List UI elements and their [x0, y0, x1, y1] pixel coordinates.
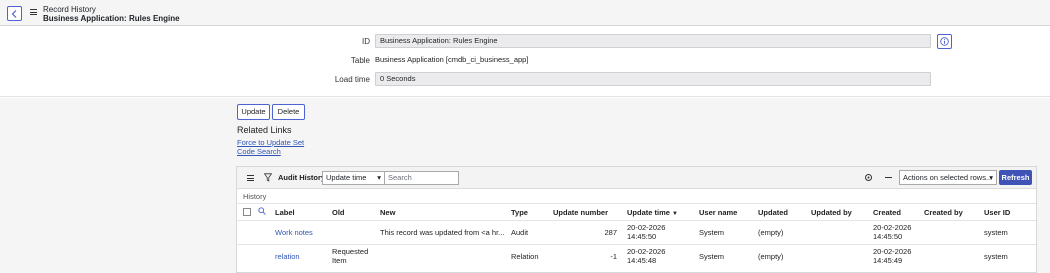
audit-history-list: Audit History Update time ▾ Search Actio…	[236, 166, 1037, 273]
row-2-old-line1: Requested	[332, 247, 369, 256]
load-time-field: 0 Seconds	[375, 72, 931, 86]
row-1-user-name: System	[699, 228, 725, 237]
info-button[interactable]	[937, 34, 952, 49]
select-all-checkbox[interactable]	[243, 208, 251, 216]
list-title: Audit History	[278, 173, 326, 182]
page-header: Record History Business Application: Rul…	[0, 0, 1050, 26]
page-subtitle: Business Application: Rules Engine	[43, 14, 180, 23]
filter-icon[interactable]	[264, 173, 272, 182]
row-1-type: Audit	[511, 228, 529, 237]
row-1-created-date: 20-02-2026	[873, 223, 912, 232]
table-value: Business Application [cmdb_ci_business_a…	[375, 55, 529, 64]
row-1-update-time-date: 20-02-2026	[627, 223, 666, 232]
hamburger-icon[interactable]	[30, 9, 37, 15]
gear-icon[interactable]	[864, 173, 873, 182]
row-1-updated: (empty)	[758, 228, 784, 237]
row-2-user-id: system	[984, 252, 1008, 261]
row-2-update-time-clock: 14:45:48	[627, 256, 657, 265]
column-header-created-by[interactable]: Created by	[924, 208, 963, 217]
column-header-user-id[interactable]: User ID	[984, 208, 1010, 217]
column-header-type[interactable]: Type	[511, 208, 528, 217]
column-header-old[interactable]: Old	[332, 208, 345, 217]
back-button[interactable]	[7, 6, 22, 21]
refresh-button[interactable]: Refresh	[999, 170, 1032, 185]
column-header-label[interactable]: Label	[275, 208, 295, 217]
row-1-created-clock: 14:45:50	[873, 232, 903, 241]
row-1-label-link[interactable]: Work notes	[275, 228, 313, 237]
table-label: Table	[350, 56, 370, 65]
chevron-left-icon	[11, 9, 17, 18]
actions-select-value: Actions on selected rows...	[903, 173, 993, 182]
info-icon	[940, 37, 949, 46]
load-time-label: Load time	[334, 75, 370, 84]
divider	[237, 244, 1036, 245]
row-2-created-clock: 14:45:49	[873, 256, 903, 265]
column-header-new[interactable]: New	[380, 208, 395, 217]
row-1-new: This record was updated from <a hr...	[380, 228, 504, 237]
related-links-title: Related Links	[237, 125, 292, 135]
code-search-link[interactable]: Code Search	[237, 147, 281, 156]
divider	[237, 220, 1036, 221]
column-header-update-time-label: Update time	[627, 208, 670, 217]
filter-field-select[interactable]: Update time ▾	[322, 171, 385, 185]
search-input[interactable]: Search	[384, 171, 459, 185]
list-toolbar: Audit History Update time ▾ Search Actio…	[237, 167, 1036, 189]
column-header-user-name[interactable]: User name	[699, 208, 737, 217]
id-label: ID	[362, 37, 370, 46]
row-2-update-time-date: 20-02-2026	[627, 247, 666, 256]
column-header-update-time[interactable]: Update time ▼	[627, 208, 678, 217]
force-update-set-link[interactable]: Force to Update Set	[237, 138, 304, 147]
row-2-type: Relation	[511, 252, 539, 261]
row-2-label-link[interactable]: relation	[275, 252, 300, 261]
delete-button[interactable]: Delete	[272, 104, 305, 120]
page-title: Record History	[43, 5, 96, 14]
chevron-down-icon: ▾	[989, 173, 993, 182]
row-2-created-date: 20-02-2026	[873, 247, 912, 256]
sort-descending-icon: ▼	[672, 211, 678, 217]
list-menu-icon[interactable]	[247, 175, 254, 181]
row-2-updated: (empty)	[758, 252, 784, 261]
divider	[237, 203, 1036, 204]
row-1-update-number: 287	[604, 228, 617, 237]
row-1-user-id: system	[984, 228, 1008, 237]
chevron-down-icon: ▾	[377, 173, 381, 182]
breadcrumb: History	[243, 192, 267, 201]
row-2-old-line2: Item	[332, 256, 347, 265]
id-field: Business Application: Rules Engine	[375, 34, 931, 48]
actions-select[interactable]: Actions on selected rows... ▾	[899, 170, 997, 185]
column-header-created[interactable]: Created	[873, 208, 901, 217]
search-icon[interactable]	[258, 207, 266, 215]
column-header-update-number[interactable]: Update number	[553, 208, 608, 217]
column-header-updated[interactable]: Updated	[758, 208, 788, 217]
update-button[interactable]: Update	[237, 104, 270, 120]
column-header-updated-by[interactable]: Updated by	[811, 208, 852, 217]
filter-field-value: Update time	[326, 173, 367, 182]
row-1-update-time-clock: 14:45:50	[627, 232, 657, 241]
row-2-update-number: -1	[610, 252, 617, 261]
minus-icon[interactable]	[885, 177, 892, 178]
row-2-user-name: System	[699, 252, 725, 261]
